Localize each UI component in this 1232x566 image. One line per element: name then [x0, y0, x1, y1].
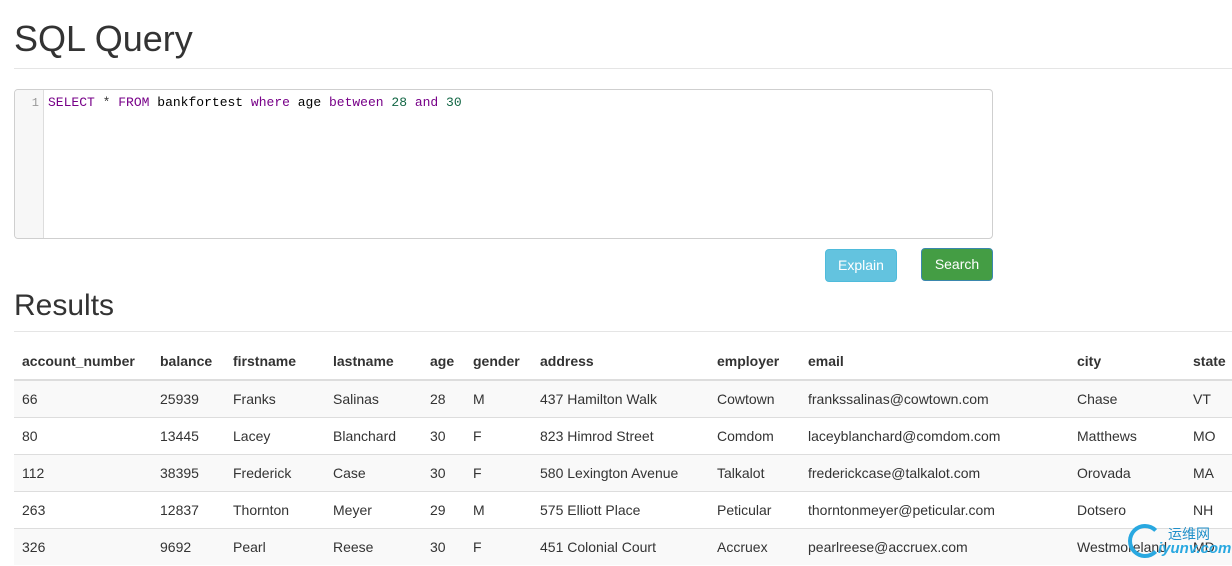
table-cell: frederickcase@talkalot.com [800, 454, 1069, 492]
table-cell: Salinas [325, 379, 422, 418]
column-header: account_number [14, 343, 152, 381]
watermark-en-text: iyunv.com [1158, 540, 1232, 557]
table-cell: 580 Lexington Avenue [532, 454, 709, 492]
sql-keyword-between: between [328, 95, 384, 110]
table-row: 112 38395 Frederick Case 30 F 580 Lexing… [14, 454, 1232, 492]
table-cell: F [465, 528, 532, 565]
column-header: address [532, 343, 709, 381]
table-row: 263 12837 Thornton Meyer 29 M 575 Elliot… [14, 491, 1232, 529]
sql-keyword-from: FROM [118, 95, 150, 110]
table-cell: pearlreese@accruex.com [800, 528, 1069, 565]
table-cell: Frederick [225, 454, 325, 492]
column-header: firstname [225, 343, 325, 381]
table-row: 326 9692 Pearl Reese 30 F 451 Colonial C… [14, 528, 1232, 565]
table-cell: Orovada [1069, 454, 1185, 492]
watermark-logo: 运维网 iyunv.com [1124, 518, 1232, 566]
column-header: lastname [325, 343, 422, 381]
table-cell: 9692 [152, 528, 225, 565]
title-divider [14, 68, 1232, 69]
table-cell: Comdom [709, 417, 800, 455]
table-cell: M [465, 491, 532, 529]
table-cell: 28 [422, 379, 465, 418]
table-cell: 66 [14, 379, 152, 418]
column-header: city [1069, 343, 1185, 381]
sql-table-name: bankfortest [157, 95, 244, 110]
table-cell: MO [1185, 417, 1232, 455]
table-cell: Talkalot [709, 454, 800, 492]
table-cell: 29 [422, 491, 465, 529]
sql-editor[interactable]: 1 SELECT * FROM bankfortest where age be… [14, 89, 993, 239]
sql-number-low: 28 [391, 95, 407, 110]
table-cell: Lacey [225, 417, 325, 455]
column-header: state [1185, 343, 1232, 381]
table-cell: thorntonmeyer@peticular.com [800, 491, 1069, 529]
sql-keyword-and: and [414, 95, 439, 110]
sql-keyword-where: where [250, 95, 290, 110]
table-cell: Thornton [225, 491, 325, 529]
search-button[interactable]: Search [921, 248, 993, 281]
table-cell: 30 [422, 528, 465, 565]
sql-number-high: 30 [446, 95, 462, 110]
table-cell: Chase [1069, 379, 1185, 418]
table-cell: laceyblanchard@comdom.com [800, 417, 1069, 455]
table-cell: Franks [225, 379, 325, 418]
table-cell: Reese [325, 528, 422, 565]
sql-keyword-select: SELECT [48, 95, 95, 110]
results-divider [14, 331, 1232, 332]
table-cell: Case [325, 454, 422, 492]
table-cell: Pearl [225, 528, 325, 565]
table-cell: 13445 [152, 417, 225, 455]
table-cell: 575 Elliott Place [532, 491, 709, 529]
table-cell: 25939 [152, 379, 225, 418]
line-number: 1 [31, 96, 39, 110]
table-cell: 80 [14, 417, 152, 455]
column-header: email [800, 343, 1069, 381]
column-header: gender [465, 343, 532, 381]
table-row: 80 13445 Lacey Blanchard 30 F 823 Himrod… [14, 417, 1232, 455]
table-cell: 437 Hamilton Walk [532, 379, 709, 418]
results-title: Results [14, 289, 115, 322]
table-cell: F [465, 454, 532, 492]
table-cell: 30 [422, 417, 465, 455]
table-cell: Blanchard [325, 417, 422, 455]
table-cell: 12837 [152, 491, 225, 529]
table-cell: Cowtown [709, 379, 800, 418]
page-title: SQL Query [14, 18, 193, 59]
table-cell: 326 [14, 528, 152, 565]
table-cell: frankssalinas@cowtown.com [800, 379, 1069, 418]
sql-column-name: age [297, 95, 322, 110]
table-cell: MA [1185, 454, 1232, 492]
results-table: account_number balance firstname lastnam… [14, 343, 1232, 565]
column-header: age [422, 343, 465, 381]
table-cell: 263 [14, 491, 152, 529]
watermark-ring-icon [1128, 524, 1162, 558]
table-cell: 38395 [152, 454, 225, 492]
table-row: 66 25939 Franks Salinas 28 M 437 Hamilto… [14, 379, 1232, 418]
results-header-row: account_number balance firstname lastnam… [14, 343, 1232, 381]
explain-button[interactable]: Explain [825, 249, 897, 282]
table-cell: Matthews [1069, 417, 1185, 455]
table-cell: Meyer [325, 491, 422, 529]
sql-code-line[interactable]: SELECT * FROM bankfortest where age betw… [48, 95, 462, 111]
table-cell: 823 Himrod Street [532, 417, 709, 455]
column-header: balance [152, 343, 225, 381]
table-cell: Peticular [709, 491, 800, 529]
table-cell: VT [1185, 379, 1232, 418]
column-header: employer [709, 343, 800, 381]
table-cell: 30 [422, 454, 465, 492]
table-cell: 112 [14, 454, 152, 492]
table-cell: F [465, 417, 532, 455]
table-cell: M [465, 379, 532, 418]
table-cell: Accruex [709, 528, 800, 565]
editor-gutter: 1 [15, 90, 44, 238]
table-cell: 451 Colonial Court [532, 528, 709, 565]
